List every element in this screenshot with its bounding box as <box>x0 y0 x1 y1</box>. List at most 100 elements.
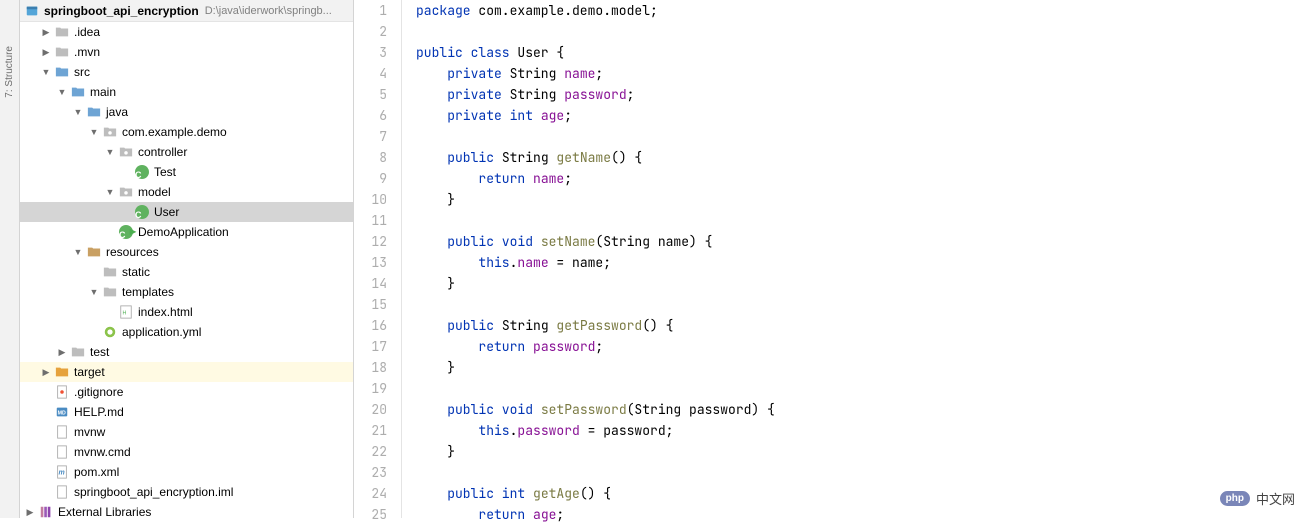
code-line[interactable]: } <box>416 357 1309 378</box>
tree-item-src[interactable]: ▼src <box>20 62 353 82</box>
code-line[interactable]: } <box>416 441 1309 462</box>
chevron-down-icon[interactable]: ▼ <box>88 126 100 138</box>
code-line[interactable]: this.password = password; <box>416 420 1309 441</box>
tree-item-pom-xml[interactable]: ▶mpom.xml <box>20 462 353 482</box>
folder-icon <box>54 24 70 40</box>
tree-item-index-html[interactable]: ▶Hindex.html <box>20 302 353 322</box>
code-line[interactable]: private int age; <box>416 105 1309 126</box>
code-line[interactable]: public int getAge() { <box>416 483 1309 504</box>
folder-icon <box>70 344 86 360</box>
tree-item-label: HELP.md <box>74 402 124 422</box>
tree-item-model[interactable]: ▼ model <box>20 182 353 202</box>
code-line[interactable] <box>416 21 1309 42</box>
tree-item-mvnw-cmd[interactable]: ▶mvnw.cmd <box>20 442 353 462</box>
chevron-right-icon[interactable]: ▶ <box>40 46 52 58</box>
code-line[interactable]: } <box>416 273 1309 294</box>
tree-item-label: index.html <box>138 302 193 322</box>
code-line[interactable]: return password; <box>416 336 1309 357</box>
code-line[interactable] <box>416 462 1309 483</box>
chevron-right-icon[interactable]: ▶ <box>56 346 68 358</box>
tree-item-templates[interactable]: ▼templates <box>20 282 353 302</box>
tree-item-springboot-api-encryption-iml[interactable]: ▶springboot_api_encryption.iml <box>20 482 353 502</box>
structure-tool-strip[interactable]: 7: Structure <box>0 0 20 518</box>
tree-item-target[interactable]: ▶target <box>20 362 353 382</box>
code-line[interactable]: this.name = name; <box>416 252 1309 273</box>
tree-item-application-yml[interactable]: ▶application.yml <box>20 322 353 342</box>
project-tree-panel[interactable]: springboot_api_encryption D:\java\iderwo… <box>20 0 354 518</box>
chevron-down-icon[interactable]: ▼ <box>72 246 84 258</box>
structure-tab-label[interactable]: 7: Structure <box>4 40 15 104</box>
line-number-gutter: 1234567891011121314151617181920212223242… <box>354 0 402 518</box>
site-watermark: php 中文网 <box>1220 489 1295 508</box>
tree-item-test[interactable]: ▶test <box>20 342 353 362</box>
tree-item-demoapplication[interactable]: ▶C▶DemoApplication <box>20 222 353 242</box>
tree-item-label: DemoApplication <box>138 222 229 242</box>
file-icon <box>54 424 70 440</box>
folder-blue-icon <box>70 84 86 100</box>
tree-item-com-example-demo[interactable]: ▼ com.example.demo <box>20 122 353 142</box>
tree-item-label: mvnw.cmd <box>74 442 131 462</box>
tree-item-label: Test <box>154 162 176 182</box>
code-line[interactable]: public void setPassword(String password)… <box>416 399 1309 420</box>
tree-item--gitignore[interactable]: ▶.gitignore <box>20 382 353 402</box>
tree-item--mvn[interactable]: ▶.mvn <box>20 42 353 62</box>
line-number: 13 <box>354 252 387 273</box>
code-editor[interactable]: 1234567891011121314151617181920212223242… <box>354 0 1309 518</box>
tree-item-controller[interactable]: ▼ controller <box>20 142 353 162</box>
code-line[interactable] <box>416 378 1309 399</box>
project-root-name: springboot_api_encryption <box>44 1 199 21</box>
code-line[interactable]: return name; <box>416 168 1309 189</box>
folder-brown-icon <box>86 244 102 260</box>
code-line[interactable]: } <box>416 189 1309 210</box>
code-line[interactable] <box>416 126 1309 147</box>
code-line[interactable] <box>416 294 1309 315</box>
code-line[interactable]: return age; <box>416 504 1309 525</box>
tree-item-help-md[interactable]: ▶MDHELP.md <box>20 402 353 422</box>
project-root-row[interactable]: springboot_api_encryption D:\java\iderwo… <box>20 0 353 22</box>
external-libraries-row[interactable]: ▶ External Libraries <box>20 502 353 518</box>
folder-blue-icon <box>54 64 70 80</box>
chevron-down-icon[interactable]: ▼ <box>40 66 52 78</box>
code-line[interactable]: private String name; <box>416 63 1309 84</box>
line-number: 3 <box>354 42 387 63</box>
file-git-icon <box>54 384 70 400</box>
tree-item-user[interactable]: ▶CUser <box>20 202 353 222</box>
code-line[interactable] <box>416 210 1309 231</box>
code-content[interactable]: package com.example.demo.model; public c… <box>402 0 1309 518</box>
tree-item-label: controller <box>138 142 187 162</box>
tree-item--idea[interactable]: ▶ .idea <box>20 22 353 42</box>
package-icon <box>102 124 118 140</box>
chevron-down-icon[interactable]: ▼ <box>104 146 116 158</box>
tree-item-static[interactable]: ▶static <box>20 262 353 282</box>
chevron-down-icon[interactable]: ▼ <box>88 286 100 298</box>
tree-item-java[interactable]: ▼ java <box>20 102 353 122</box>
code-line[interactable]: package com.example.demo.model; <box>416 0 1309 21</box>
code-line[interactable]: public String getPassword() { <box>416 315 1309 336</box>
tree-item-mvnw[interactable]: ▶mvnw <box>20 422 353 442</box>
project-root-path: D:\java\iderwork\springb... <box>205 1 332 21</box>
chevron-down-icon[interactable]: ▼ <box>72 106 84 118</box>
html-icon: H <box>118 304 134 320</box>
chevron-right-icon[interactable]: ▶ <box>40 26 52 38</box>
line-number: 12 <box>354 231 387 252</box>
code-line[interactable]: public String getName() { <box>416 147 1309 168</box>
line-number: 25 <box>354 504 387 525</box>
chevron-down-icon[interactable]: ▼ <box>56 86 68 98</box>
code-line[interactable]: public void setName(String name) { <box>416 231 1309 252</box>
code-line[interactable]: private String password; <box>416 84 1309 105</box>
watermark-text: 中文网 <box>1256 489 1295 508</box>
chevron-right-icon[interactable]: ▶ <box>40 366 52 378</box>
chevron-down-icon[interactable]: ▼ <box>104 186 116 198</box>
tree-item-label: static <box>122 262 150 282</box>
tree-item-resources[interactable]: ▼resources <box>20 242 353 262</box>
tree-item-label: com.example.demo <box>122 122 227 142</box>
line-number: 10 <box>354 189 387 210</box>
tree-item-label: .idea <box>74 22 100 42</box>
tree-item-label: model <box>138 182 171 202</box>
tree-item-label: java <box>106 102 128 122</box>
tree-item-test[interactable]: ▶CTest <box>20 162 353 182</box>
line-number: 17 <box>354 336 387 357</box>
package-icon <box>118 184 134 200</box>
tree-item-main[interactable]: ▼main <box>20 82 353 102</box>
code-line[interactable]: public class User { <box>416 42 1309 63</box>
